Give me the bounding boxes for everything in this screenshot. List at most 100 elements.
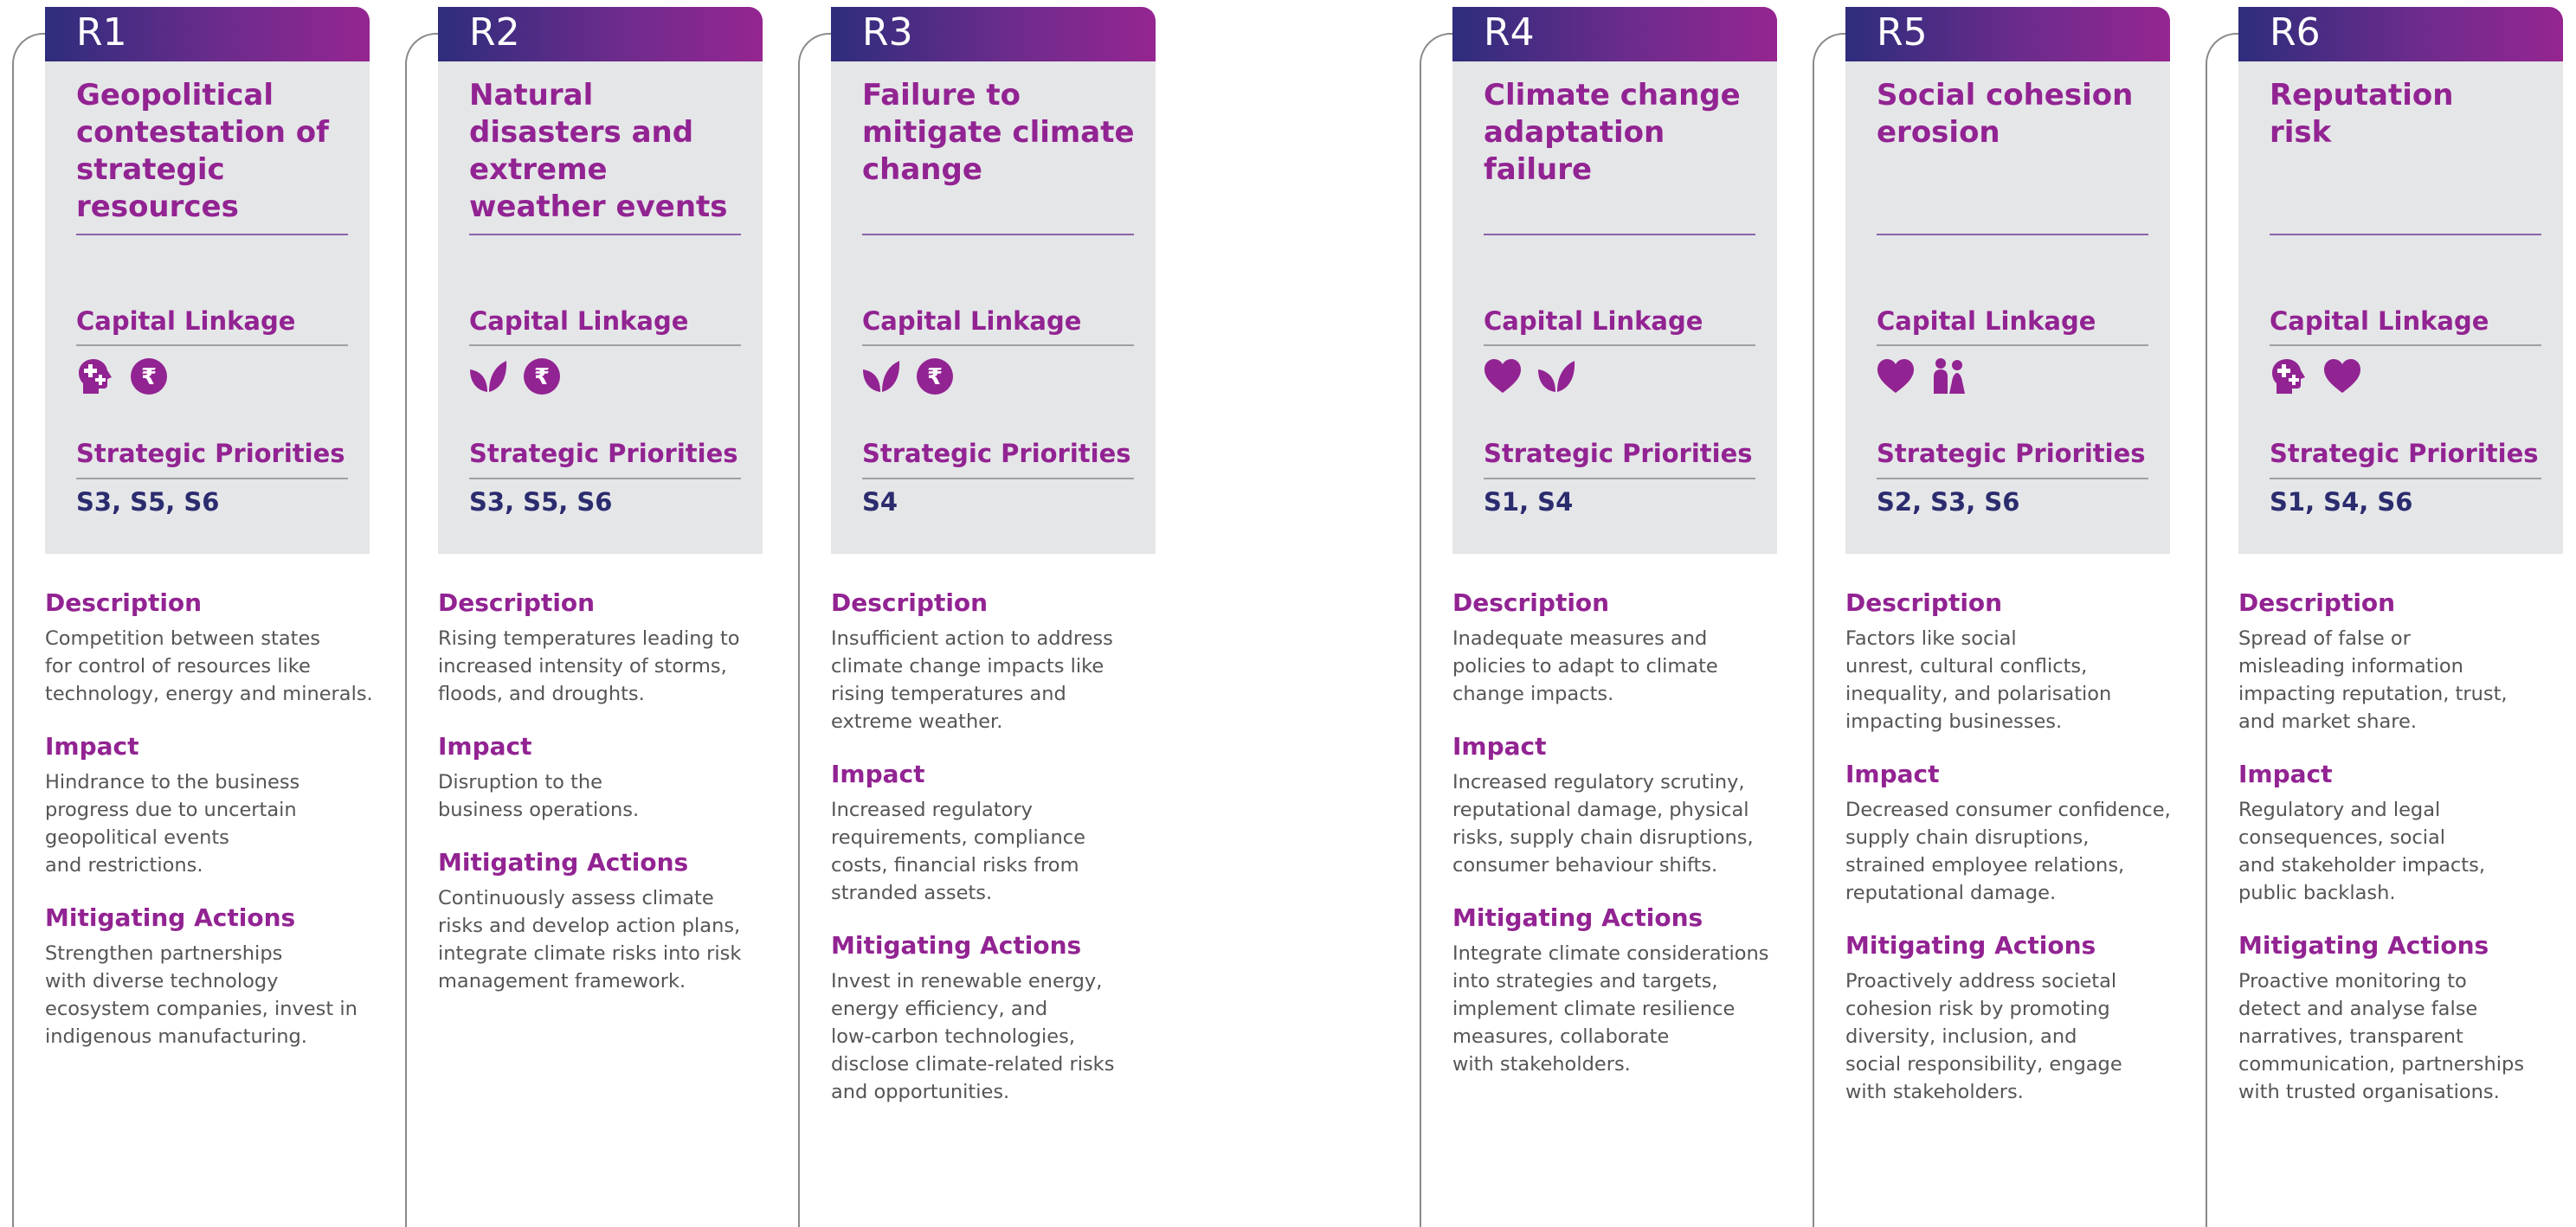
risk-header: R3 bbox=[831, 7, 1156, 61]
heart-icon bbox=[1877, 359, 1914, 393]
strategic-priorities-label: Strategic Priorities bbox=[469, 439, 738, 468]
description-heading: Description bbox=[1452, 588, 1610, 617]
strategic-priorities-value: S3, S5, S6 bbox=[469, 487, 613, 517]
heart-icon bbox=[2324, 359, 2360, 393]
risk-panel: Failure to mitigate climate change Capit… bbox=[831, 61, 1156, 554]
capital-linkage-label: Capital Linkage bbox=[1877, 306, 2096, 336]
impact-heading: Impact bbox=[438, 732, 532, 761]
divider bbox=[1877, 478, 2148, 479]
divider bbox=[76, 344, 348, 346]
mitigating-actions-text: Proactive monitoring to detect and analy… bbox=[2238, 970, 2525, 1103]
mitigating-actions-heading: Mitigating Actions bbox=[1452, 903, 1703, 932]
divider bbox=[1877, 234, 2148, 235]
risk-panel: Social cohesion erosion Capital Linkage … bbox=[1845, 61, 2170, 554]
risk-card-r6: R6 Reputation risk Capital Linkage Strat… bbox=[2206, 0, 2567, 1227]
description-heading: Description bbox=[831, 588, 989, 617]
description-text: Spread of false or misleading informatio… bbox=[2238, 627, 2508, 733]
risk-header: R1 bbox=[45, 7, 370, 61]
mitigating-actions-heading: Mitigating Actions bbox=[438, 848, 689, 877]
divider bbox=[1484, 234, 1755, 235]
divider bbox=[469, 344, 741, 346]
mitigating-actions-text: Continuously assess climate risks and de… bbox=[438, 887, 742, 993]
mitigating-actions-heading: Mitigating Actions bbox=[831, 931, 1082, 960]
leaf-icon bbox=[470, 361, 507, 392]
capital-icons bbox=[1877, 357, 1968, 395]
description-heading: Description bbox=[438, 588, 596, 617]
risk-title: Geopolitical contestation of strategic r… bbox=[76, 78, 329, 224]
risk-id: R3 bbox=[862, 10, 913, 55]
divider bbox=[862, 234, 1134, 235]
rupee-icon: ₹ bbox=[131, 358, 167, 395]
strategic-priorities-value: S1, S4, S6 bbox=[2270, 487, 2413, 517]
risk-title: Failure to mitigate climate change bbox=[862, 78, 1135, 187]
rupee-icon: ₹ bbox=[524, 358, 560, 395]
bracket-line bbox=[12, 33, 48, 1227]
impact-heading: Impact bbox=[45, 732, 139, 761]
risk-card-r3: R3 Failure to mitigate climate change Ca… bbox=[798, 0, 1160, 1227]
people-icon bbox=[1934, 358, 1965, 394]
impact-text: Increased regulatory scrutiny, reputatio… bbox=[1452, 771, 1754, 877]
impact-heading: Impact bbox=[2238, 760, 2333, 788]
impact-text: Hindrance to the business progress due t… bbox=[45, 771, 300, 877]
divider bbox=[76, 478, 348, 479]
divider bbox=[1484, 478, 1755, 479]
mitigating-actions-heading: Mitigating Actions bbox=[1845, 931, 2096, 960]
risk-panel: Natural disasters and extreme weather ev… bbox=[438, 61, 763, 554]
mitigating-actions-text: Proactively address societal cohesion ri… bbox=[1845, 970, 2122, 1103]
impact-text: Regulatory and legal consequences, socia… bbox=[2238, 799, 2485, 904]
divider bbox=[862, 344, 1134, 346]
description-text: Insufficient action to address climate c… bbox=[831, 627, 1113, 733]
risk-id: R2 bbox=[469, 10, 520, 55]
description-text: Factors like social unrest, cultural con… bbox=[1845, 627, 2112, 733]
impact-heading: Impact bbox=[1845, 760, 1940, 788]
impact-text: Disruption to the business operations. bbox=[438, 771, 640, 821]
risk-card-r4: R4 Climate change adaptation failure Cap… bbox=[1420, 0, 1781, 1227]
risk-title: Reputation risk bbox=[2270, 78, 2454, 150]
capital-linkage-label: Capital Linkage bbox=[76, 306, 296, 336]
strategic-priorities-label: Strategic Priorities bbox=[1877, 439, 2146, 468]
strategic-priorities-value: S3, S5, S6 bbox=[76, 487, 220, 517]
mitigating-actions-text: Integrate climate considerations into st… bbox=[1452, 942, 1769, 1076]
strategic-priorities-value: S1, S4 bbox=[1484, 487, 1574, 517]
capital-linkage-label: Capital Linkage bbox=[862, 306, 1082, 336]
bracket-line bbox=[405, 33, 441, 1227]
mitigating-actions-text: Strengthen partnerships with diverse tec… bbox=[45, 942, 357, 1048]
risk-id: R1 bbox=[76, 10, 127, 55]
risk-header: R2 bbox=[438, 7, 763, 61]
risk-panel: Reputation risk Capital Linkage Strategi… bbox=[2238, 61, 2563, 554]
impact-heading: Impact bbox=[1452, 732, 1547, 761]
description-text: Competition between states for control o… bbox=[45, 627, 373, 705]
head-plus-icon bbox=[79, 359, 112, 394]
bracket-line bbox=[2206, 33, 2242, 1227]
risk-card-r1: R1 Geopolitical contestation of strategi… bbox=[12, 0, 374, 1227]
svg-text:₹: ₹ bbox=[534, 364, 550, 390]
strategic-priorities-value: S4 bbox=[862, 487, 898, 517]
risk-card-r2: R2 Natural disasters and extreme weather… bbox=[405, 0, 767, 1227]
divider bbox=[862, 478, 1134, 479]
divider bbox=[2270, 234, 2541, 235]
capital-icons: ₹ bbox=[862, 357, 954, 395]
leaf-icon bbox=[863, 361, 900, 392]
risk-header: R6 bbox=[2238, 7, 2563, 61]
risk-title: Climate change adaptation failure bbox=[1484, 78, 1741, 187]
description-heading: Description bbox=[1845, 588, 2003, 617]
risk-panel: Climate change adaptation failure Capita… bbox=[1452, 61, 1777, 554]
description-text: Inadequate measures and policies to adap… bbox=[1452, 627, 1718, 705]
bracket-line bbox=[798, 33, 834, 1227]
capital-linkage-label: Capital Linkage bbox=[1484, 306, 1703, 336]
strategic-priorities-label: Strategic Priorities bbox=[76, 439, 345, 468]
head-plus-icon bbox=[2272, 359, 2305, 394]
risk-header: R4 bbox=[1452, 7, 1777, 61]
svg-text:₹: ₹ bbox=[927, 364, 943, 390]
risk-header: R5 bbox=[1845, 7, 2170, 61]
risk-details: Description Competition between states f… bbox=[45, 588, 374, 1075]
bracket-line bbox=[1420, 33, 1456, 1227]
capital-icons: ₹ bbox=[469, 357, 561, 395]
capital-linkage-label: Capital Linkage bbox=[2270, 306, 2489, 336]
impact-text: Increased regulatory requirements, compl… bbox=[831, 799, 1085, 904]
mitigating-actions-heading: Mitigating Actions bbox=[2238, 931, 2489, 960]
description-heading: Description bbox=[45, 588, 203, 617]
leaf-icon bbox=[1538, 361, 1575, 392]
risk-card-r5: R5 Social cohesion erosion Capital Linka… bbox=[1813, 0, 2174, 1227]
impact-text: Decreased consumer confidence, supply ch… bbox=[1845, 799, 2171, 904]
